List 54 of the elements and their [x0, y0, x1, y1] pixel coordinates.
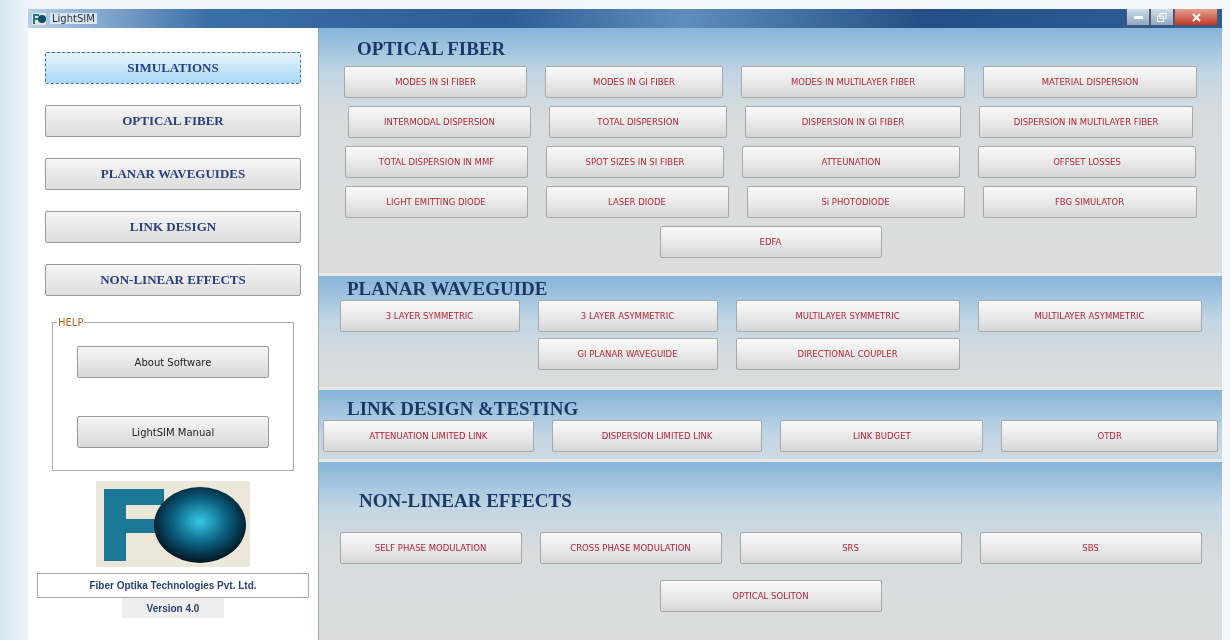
simulation-button[interactable]: OPTICAL SOLITON	[659, 580, 882, 612]
simulation-button[interactable]: SBS	[979, 532, 1202, 564]
simulation-button[interactable]: 3 LAYER ASYMMETRIC	[537, 300, 718, 332]
nav-button[interactable]: LINK DESIGN	[45, 211, 301, 243]
nav-button[interactable]: OPTICAL FIBER	[45, 105, 301, 137]
simulation-button[interactable]: Si PHOTODIODE	[746, 186, 965, 218]
simulation-button[interactable]: ATTENUATION LIMITED LINK	[323, 420, 534, 452]
minimize-icon	[1133, 15, 1143, 19]
simulation-button[interactable]: SELF PHASE MODULATION	[339, 532, 522, 564]
simulation-button[interactable]: LASER DIODE	[545, 186, 729, 218]
simulation-button[interactable]: MULTILAYER SYMMETRIC	[735, 300, 960, 332]
simulation-button[interactable]: TOTAL DISPERSION	[549, 106, 727, 138]
version-label: Version 4.0	[122, 598, 224, 618]
simulation-button[interactable]: 3 LAYER SYMMETRIC	[339, 300, 520, 332]
help-button[interactable]: LightSIM Manual	[77, 416, 269, 448]
simulation-button[interactable]: ATTEUNATION	[742, 146, 960, 178]
close-icon	[1191, 12, 1201, 22]
simulation-button[interactable]: DISPERSION IN MULTILAYER FIBER	[979, 106, 1193, 138]
simulation-button[interactable]: SPOT SIZES IN SI FIBER	[546, 146, 724, 178]
window-title: LightSIM	[50, 13, 97, 24]
section-title: NON-LINEAR EFFECTS	[358, 489, 573, 513]
simulation-button[interactable]: MULTILAYER ASYMMETRIC	[977, 300, 1202, 332]
simulation-button[interactable]: INTERMODAL DISPERSION	[348, 106, 531, 138]
help-legend: HELP	[57, 317, 85, 328]
nav-button[interactable]: NON-LINEAR EFFECTS	[45, 264, 301, 296]
section-title: PLANAR WAVEGUIDE	[346, 277, 549, 300]
simulation-button[interactable]: LINK BUDGET	[780, 420, 984, 452]
simulation-button[interactable]: MODES IN SI FIBER	[344, 66, 527, 98]
simulation-button[interactable]: OTDR	[1001, 420, 1218, 452]
nav-button[interactable]: SIMULATIONS	[45, 52, 301, 84]
section-title: OPTICAL FIBER	[356, 37, 507, 61]
simulation-button[interactable]: LIGHT EMITTING DIODE	[344, 186, 528, 218]
simulation-button[interactable]: TOTAL DISPERSION IN MMF	[345, 146, 528, 178]
simulation-button[interactable]: MODES IN MULTILAYER FIBER	[741, 66, 965, 98]
simulation-button[interactable]: FBG SIMULATOR	[982, 186, 1197, 218]
help-button[interactable]: About Software	[77, 346, 269, 378]
nav-button[interactable]: PLANAR WAVEGUIDES	[45, 158, 301, 190]
close-button[interactable]	[1174, 9, 1218, 26]
simulation-button[interactable]: DISPERSION LIMITED LINK	[551, 420, 763, 452]
simulation-button[interactable]: OFFSET LOSSES	[978, 146, 1196, 178]
simulation-button[interactable]: SRS	[739, 532, 962, 564]
company-name: Fiber Optika Technologies Pvt. Ltd.	[37, 573, 309, 598]
restore-icon	[1157, 12, 1167, 22]
simulation-button[interactable]: GI PLANAR WAVEGUIDE	[537, 338, 718, 370]
minimize-button[interactable]	[1126, 9, 1150, 26]
maximize-button[interactable]	[1150, 9, 1174, 26]
simulation-button[interactable]: DIRECTIONAL COUPLER	[735, 338, 960, 370]
simulation-button[interactable]: CROSS PHASE MODULATION	[539, 532, 722, 564]
simulation-button[interactable]: DISPERSION IN GI FIBER	[745, 106, 961, 138]
section-title: LINK DESIGN &TESTING	[346, 397, 580, 420]
simulation-button[interactable]: MATERIAL DISPERSION	[983, 66, 1197, 98]
app-icon	[32, 12, 46, 25]
simulation-button[interactable]: MODES IN GI FIBER	[545, 66, 723, 98]
simulation-button[interactable]: EDFA	[659, 226, 882, 258]
